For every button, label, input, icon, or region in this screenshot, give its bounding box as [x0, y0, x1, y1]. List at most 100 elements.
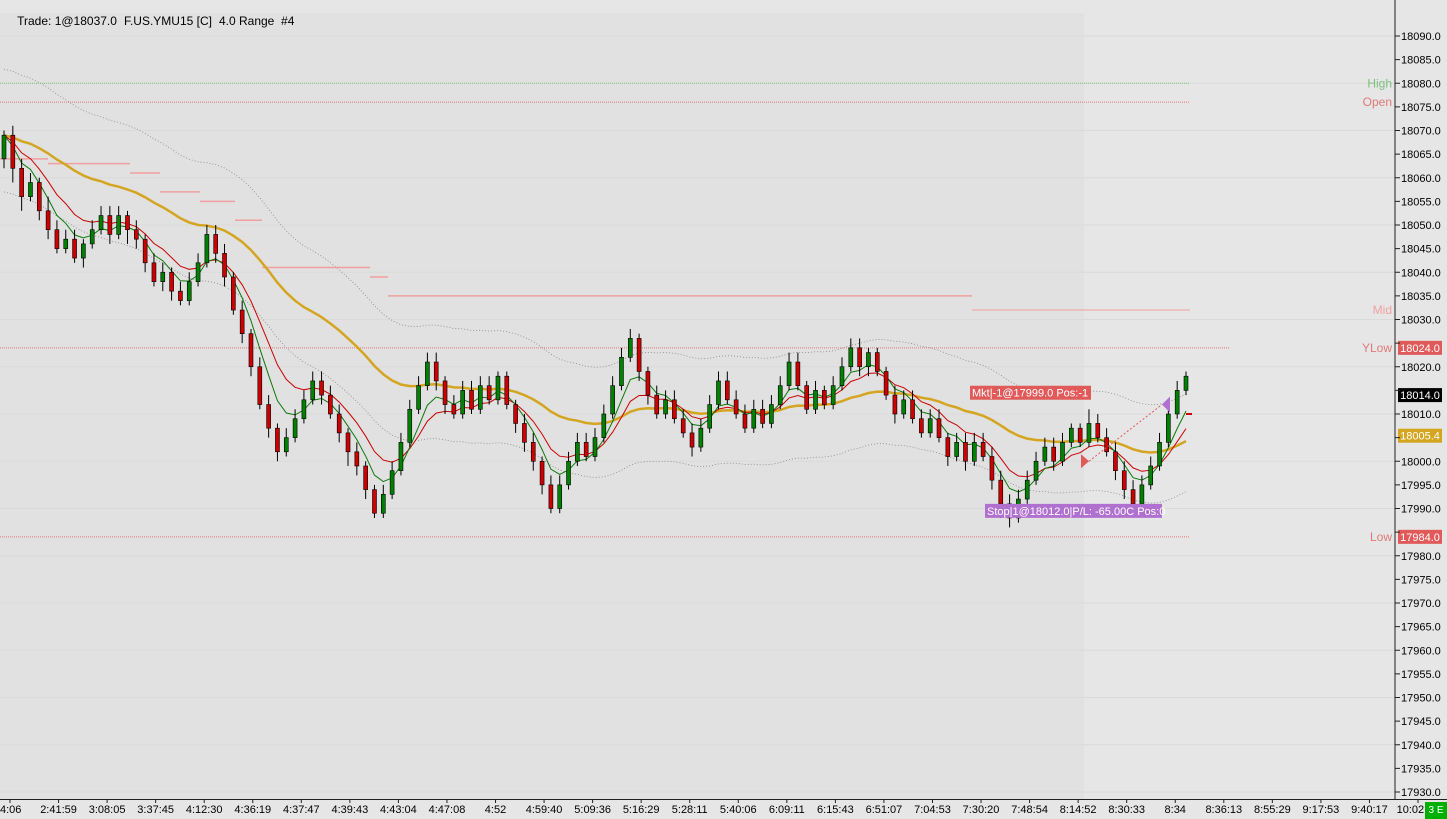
- bear-candle-body: [725, 380, 730, 401]
- candle: [883, 366, 889, 400]
- bull-candle-body: [1148, 465, 1154, 486]
- bear-candle-body: [654, 394, 660, 415]
- bull-candle-body: [751, 408, 757, 429]
- bear-candle-body: [583, 442, 589, 457]
- bear-candle-body: [336, 413, 342, 434]
- bull-candle-body: [575, 442, 580, 462]
- y-tick-label: 18070.0: [1401, 126, 1441, 138]
- stop-order-label[interactable]: Stop|1@18012.0|P/L: -65.00C Pos:0: [987, 506, 1165, 518]
- axis-tag-ylow: 18024.0: [1400, 343, 1440, 355]
- bear-candle-body: [874, 352, 880, 372]
- chart-window[interactable]: High Open Mid YLow Low 18024.0 17984.0 18014.0…: [0, 0, 1447, 819]
- y-tick-label: 17940.0: [1401, 740, 1441, 752]
- x-tick-label: 4:43:04: [380, 804, 417, 816]
- x-tick-label: 8:34: [1165, 804, 1186, 816]
- bear-candle-body: [231, 276, 236, 311]
- y-tick-label: 17950.0: [1401, 693, 1441, 705]
- reference-label-mid: Mid: [1373, 303, 1392, 317]
- ma-price-tag: 18005.4: [1400, 431, 1440, 443]
- bull-candle-body: [1, 134, 7, 160]
- x-tick-label: 5:16:29: [623, 804, 660, 816]
- y-tick-label: 17990.0: [1401, 504, 1441, 516]
- bear-candle-body: [742, 413, 748, 429]
- y-tick-label: 18010.0: [1401, 409, 1441, 421]
- reference-label-low: Low: [1370, 530, 1392, 544]
- y-tick-label: 17975.0: [1401, 574, 1441, 586]
- candle: [804, 380, 810, 414]
- bear-candle-body: [442, 380, 448, 405]
- bear-candle-body: [680, 418, 686, 434]
- y-tick-label: 17930.0: [1401, 787, 1441, 799]
- x-tick-label: 7:48:54: [1011, 804, 1048, 816]
- x-tick-label: 4:12:30: [186, 804, 223, 816]
- y-tick-label: 18040.0: [1401, 267, 1441, 279]
- x-tick-label: 3:37:45: [137, 804, 174, 816]
- symbol-label: F.US.YMU15 [C]: [123, 14, 212, 28]
- x-tick-label: 4:39:43: [332, 804, 369, 816]
- bull-candle-body: [927, 418, 933, 434]
- bear-candle-body: [45, 210, 51, 231]
- bull-candle-body: [592, 437, 598, 457]
- bull-candle-body: [416, 385, 421, 410]
- x-tick-label: 4:37:47: [283, 804, 320, 816]
- bull-candle-body: [786, 361, 792, 386]
- bear-candle-body: [363, 465, 368, 490]
- bull-candle-body: [1024, 479, 1030, 500]
- bull-candle-body: [478, 385, 483, 410]
- y-tick-label: 18090.0: [1401, 31, 1441, 43]
- bull-candle-body: [1174, 390, 1180, 415]
- market-order-label[interactable]: Mkt|-1@17999.0 Pos:-1: [972, 388, 1088, 400]
- bear-candle-body: [142, 238, 148, 264]
- y-tick-label: 17960.0: [1401, 645, 1441, 657]
- bull-candle-body: [116, 215, 121, 235]
- bear-candle-body: [328, 394, 333, 415]
- bear-candle-body: [169, 271, 174, 292]
- bear-candle-body: [125, 215, 130, 231]
- y-tick-label: 17970.0: [1401, 598, 1441, 610]
- bull-candle-body: [301, 399, 307, 420]
- bear-candle-body: [354, 451, 360, 467]
- bear-candle-body: [345, 432, 351, 453]
- bull-candle-body: [495, 375, 501, 401]
- bull-candle-body: [160, 271, 166, 282]
- bull-candle-body: [98, 215, 104, 231]
- x-tick-label: 8:55:29: [1254, 804, 1291, 816]
- status-badge[interactable]: 3 E: [1425, 802, 1447, 819]
- x-tick-label: 4:52: [485, 804, 506, 816]
- bull-candle-body: [89, 229, 95, 245]
- bull-candle-body: [1033, 460, 1039, 481]
- bull-candle-body: [627, 338, 633, 358]
- bull-candle-body: [1086, 423, 1092, 443]
- y-tick-label: 18000.0: [1401, 456, 1441, 468]
- y-tick-label: 18020.0: [1401, 362, 1441, 374]
- x-tick-label: 4:06: [0, 804, 21, 816]
- bear-candle-body: [522, 423, 527, 443]
- x-tick-label: 6:51:07: [866, 804, 903, 816]
- bear-candle-body: [945, 437, 951, 457]
- y-tick-label: 17980.0: [1401, 551, 1441, 563]
- price-chart[interactable]: High Open Mid YLow Low 18024.0 17984.0 18014.0…: [0, 0, 1447, 819]
- bear-candle-body: [645, 371, 651, 396]
- y-tick-label: 17995.0: [1401, 480, 1441, 492]
- x-tick-label: 3:08:05: [89, 804, 126, 816]
- bull-candle-body: [566, 460, 571, 486]
- bear-candle-body: [936, 418, 942, 438]
- bear-candle-body: [257, 366, 263, 405]
- bear-candle-body: [530, 442, 536, 462]
- bull-candle-body: [389, 470, 395, 495]
- x-tick-label: 8:36:13: [1205, 804, 1242, 816]
- bear-candle-body: [222, 253, 227, 278]
- bull-candle-body: [1183, 375, 1189, 391]
- bear-candle-body: [266, 404, 271, 429]
- y-tick-label: 18060.0: [1401, 173, 1441, 185]
- reference-label-open: Open: [1363, 95, 1392, 109]
- bull-candle-body: [63, 238, 69, 249]
- bear-candle-body: [151, 262, 157, 282]
- candle: [231, 272, 236, 315]
- y-tick-label: 18080.0: [1401, 78, 1441, 90]
- bear-candle-body: [504, 375, 510, 405]
- bull-candle-body: [601, 413, 607, 438]
- bull-candle-body: [610, 385, 615, 415]
- candle: [372, 484, 377, 518]
- bull-candle-body: [283, 437, 289, 453]
